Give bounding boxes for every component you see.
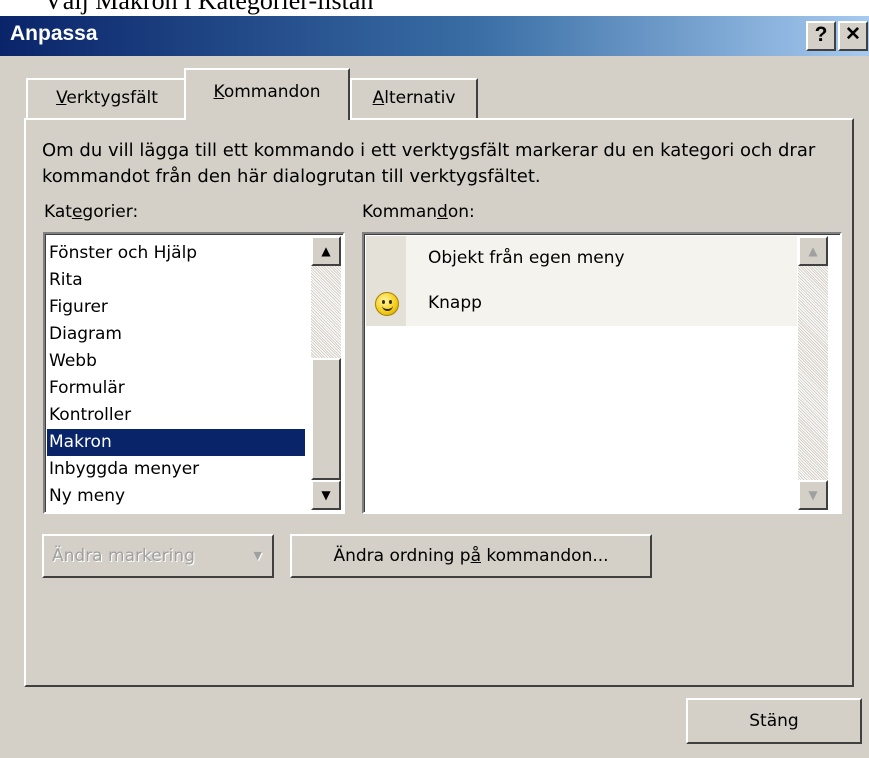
tab-verktygsfalt-accel: V [56,88,67,108]
tab-kommandon-accel: K [213,82,224,102]
close-button[interactable]: Stäng [686,698,862,744]
tab-kommandon-label: ommandon [223,82,321,102]
tab-verktygsfalt[interactable]: Verktygsfält [26,78,188,118]
document-caption: Välj Makron i Kategorier-listan [0,0,869,16]
tab-kommandon[interactable]: Kommandon [184,68,350,120]
customize-dialog: Anpassa ? ✕ Verktygsfält Kommandon Alter… [0,16,869,758]
close-window-button[interactable]: ✕ [838,21,868,51]
document-caption-text: Välj Makron i Kategorier-listan [44,0,374,15]
window-title: Anpassa [10,22,98,45]
tab-verktygsfalt-label: erktygsfält [66,88,158,108]
help-button[interactable]: ? [806,21,836,51]
title-bar[interactable]: Anpassa ? ✕ [0,16,869,56]
tab-alternativ[interactable]: Alternativ [350,78,478,118]
tab-alternativ-label: lternativ [384,88,456,108]
tab-alternativ-accel: A [372,88,385,108]
tab-panel [24,118,854,687]
